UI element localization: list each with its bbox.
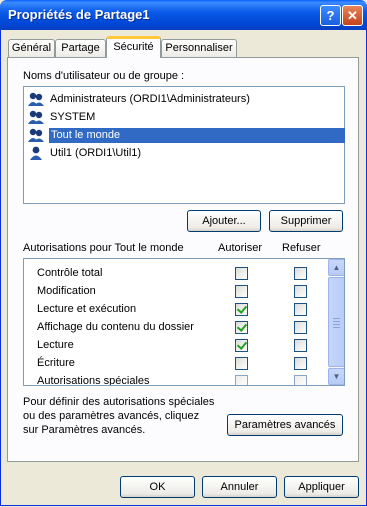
scroll-down-icon[interactable]: ▼ — [328, 368, 344, 385]
user-item-label: Administrateurs (ORDI1\Administrateurs) — [50, 93, 250, 105]
permission-row-ecriture: Écriture — [24, 355, 324, 373]
allow-header: Autoriser — [218, 242, 263, 254]
cancel-button[interactable]: Annuler — [202, 476, 277, 498]
tab-general[interactable]: Général — [8, 39, 55, 57]
user-item-label: SYSTEM — [50, 111, 96, 123]
permissions-label: Autorisations pour Tout le monde — [23, 242, 184, 254]
user-icon — [30, 146, 42, 160]
deny-checkbox[interactable] — [294, 321, 307, 334]
permissions-list[interactable]: Contrôle total Modification Lecture et e… — [23, 258, 345, 386]
permission-row-controle-total: Contrôle total — [24, 265, 324, 283]
allow-checkbox[interactable] — [235, 357, 248, 370]
permission-name: Modification — [37, 285, 96, 297]
deny-checkbox — [294, 375, 307, 385]
permission-row-lecture: Lecture — [24, 337, 324, 355]
permission-row-lecture-execution: Lecture et exécution — [24, 301, 324, 319]
scroll-thumb[interactable] — [328, 277, 344, 367]
advanced-help-line-3: sur Paramètres avancés. — [23, 424, 146, 436]
deny-header: Refuser — [282, 242, 321, 254]
permission-name: Lecture et exécution — [37, 303, 137, 315]
users-listbox[interactable]: Administrateurs (ORDI1\Administrateurs) … — [23, 86, 345, 204]
add-button[interactable]: Ajouter... — [187, 210, 261, 232]
deny-checkbox[interactable] — [294, 267, 307, 280]
allow-checkbox[interactable] — [235, 321, 248, 334]
advanced-help-line-2: ou des paramètres avancés, cliquez — [23, 410, 200, 422]
permission-name: Autorisations spéciales — [37, 375, 150, 386]
tab-partage[interactable]: Partage — [55, 39, 106, 57]
deny-checkbox[interactable] — [294, 357, 307, 370]
deny-checkbox[interactable] — [294, 285, 307, 298]
permission-name: Écriture — [37, 357, 75, 369]
advanced-settings-button[interactable]: Paramètres avancés — [227, 414, 343, 436]
permission-name: Contrôle total — [37, 267, 103, 279]
title-bar[interactable]: Propriétés de Partage1 ? ✕ — [0, 0, 367, 30]
allow-checkbox[interactable] — [235, 285, 248, 298]
tab-personnaliser[interactable]: Personnaliser — [161, 39, 237, 57]
advanced-help-line-1: Pour définir des autorisations spéciales — [23, 396, 215, 408]
user-item-administrateurs[interactable]: Administrateurs (ORDI1\Administrateurs) — [28, 91, 342, 108]
user-item-system[interactable]: SYSTEM — [28, 109, 342, 126]
help-button[interactable]: ? — [320, 5, 341, 26]
user-item-label: Util1 (ORDI1\Util1) — [50, 147, 142, 159]
ok-button[interactable]: OK — [120, 476, 195, 498]
group-icon — [28, 128, 44, 142]
allow-checkbox[interactable] — [235, 267, 248, 280]
users-label: Noms d'utilisateur ou de groupe : — [23, 70, 185, 82]
tab-securite[interactable]: Sécurité — [106, 36, 161, 58]
apply-button[interactable]: Appliquer — [284, 476, 359, 498]
permission-row-affichage-contenu: Affichage du contenu du dossier — [24, 319, 324, 337]
window-title: Propriétés de Partage1 — [8, 7, 150, 22]
group-icon — [28, 92, 44, 106]
permissions-scrollbar[interactable]: ▲ ▼ — [328, 259, 344, 385]
remove-button[interactable]: Supprimer — [269, 210, 343, 232]
allow-checkbox[interactable] — [235, 339, 248, 352]
scroll-up-icon[interactable]: ▲ — [328, 259, 344, 276]
group-icon — [28, 110, 44, 124]
user-item-util1[interactable]: Util1 (ORDI1\Util1) — [28, 145, 342, 162]
permission-row-modification: Modification — [24, 283, 324, 301]
permission-name: Affichage du contenu du dossier — [37, 321, 194, 333]
deny-checkbox[interactable] — [294, 339, 307, 352]
permission-row-autorisations-speciales: Autorisations spéciales — [24, 373, 324, 386]
user-item-tout-le-monde[interactable]: Tout le monde — [28, 127, 345, 144]
deny-checkbox[interactable] — [294, 303, 307, 316]
user-item-label: Tout le monde — [49, 128, 345, 143]
allow-checkbox — [235, 375, 248, 385]
close-button[interactable]: ✕ — [342, 5, 363, 26]
permission-name: Lecture — [37, 339, 74, 351]
allow-checkbox[interactable] — [235, 303, 248, 316]
